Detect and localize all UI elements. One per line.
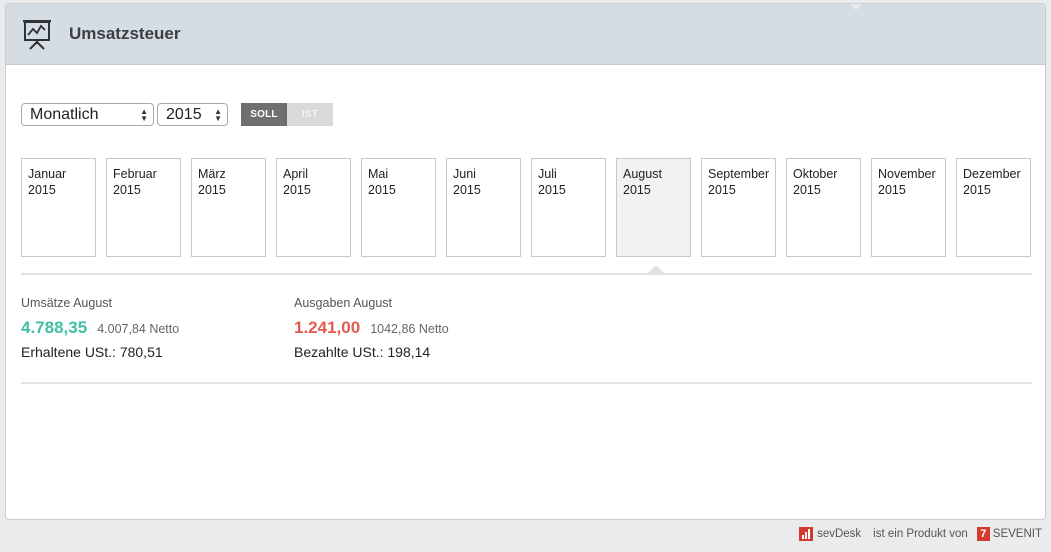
month-year: 2015	[878, 183, 906, 197]
footer-tagline: ist ein Produkt von	[873, 528, 968, 540]
month-year: 2015	[113, 183, 141, 197]
month-name: Dezember	[963, 167, 1021, 181]
divider	[21, 273, 1032, 275]
month-name: November	[878, 167, 936, 181]
select-arrows-icon: ▲ ▼	[140, 106, 148, 123]
panel-header: Umsatzsteuer	[6, 4, 1045, 65]
filter-controls: Monatlich ▲ ▼ 2015 ▲ ▼ SOLL IST	[21, 103, 333, 126]
revenue-label: Umsätze August	[21, 296, 113, 310]
revenue-amount: 4.788,35	[21, 318, 88, 337]
month-year: 2015	[793, 183, 821, 197]
paid-vat: Bezahlte USt.: 198,14	[294, 344, 431, 360]
month-year: 2015	[283, 183, 311, 197]
select-arrows-icon: ▲ ▼	[214, 106, 222, 123]
received-vat: Erhaltene USt.: 780,51	[21, 344, 163, 360]
month-selector: Januar 2015 Februar 2015 März 2015 April…	[21, 158, 1032, 258]
month-card-november[interactable]: November 2015	[871, 158, 946, 257]
month-year: 2015	[28, 183, 56, 197]
expenses-amount: 1.241,00	[294, 318, 361, 337]
month-card-oktober[interactable]: Oktober 2015	[786, 158, 861, 257]
sevenit-logo-icon: 7	[976, 527, 990, 541]
revenue-netto: 4.007,84 Netto	[97, 322, 180, 336]
month-name: September	[708, 167, 770, 181]
month-card-maerz[interactable]: März 2015	[191, 158, 266, 257]
month-name: Juni	[453, 167, 476, 181]
month-year: 2015	[198, 183, 226, 197]
expenses-label: Ausgaben August	[294, 296, 392, 310]
month-name: Juli	[538, 167, 557, 181]
revenue-summary: Umsätze August 4.788,35 4.007,84 Netto E…	[21, 296, 179, 360]
divider	[21, 382, 1032, 384]
month-year: 2015	[538, 183, 566, 197]
month-name: Februar	[113, 167, 157, 181]
month-name: März	[198, 167, 226, 181]
month-name: Mai	[368, 167, 389, 181]
month-card-februar[interactable]: Februar 2015	[106, 158, 181, 257]
panel-title: Umsatzsteuer	[69, 24, 181, 43]
month-card-april[interactable]: April 2015	[276, 158, 351, 257]
month-name: Januar	[28, 167, 67, 181]
month-year: 2015	[963, 183, 991, 197]
month-card-dezember[interactable]: Dezember 2015	[956, 158, 1031, 257]
month-card-august[interactable]: August 2015	[616, 158, 691, 257]
soll-toggle-button[interactable]: SOLL	[241, 103, 287, 126]
sevenit-name: SEVENIT	[992, 528, 1042, 540]
month-card-september[interactable]: September 2015	[701, 158, 776, 257]
year-select[interactable]: 2015 ▲ ▼	[157, 103, 228, 126]
presentation-chart-icon	[21, 17, 53, 51]
footer: sevDesk ist ein Produkt von 7 SEVENIT	[799, 527, 1042, 541]
expenses-netto: 1042,86 Netto	[370, 322, 449, 336]
month-year: 2015	[708, 183, 736, 197]
period-select[interactable]: Monatlich ▲ ▼	[21, 103, 154, 126]
expenses-summary: Ausgaben August 1.241,00 1042,86 Netto B…	[294, 296, 449, 360]
month-card-mai[interactable]: Mai 2015	[361, 158, 436, 257]
sevdesk-logo-icon	[799, 527, 814, 541]
month-year: 2015	[453, 183, 481, 197]
month-name: August	[623, 167, 662, 181]
period-select-value: Monatlich	[30, 105, 99, 123]
sevenit-brand[interactable]: 7 SEVENIT	[976, 527, 1042, 541]
month-card-januar[interactable]: Januar 2015	[21, 158, 96, 257]
sevdesk-name: sevDesk	[817, 528, 862, 540]
month-year: 2015	[623, 183, 651, 197]
month-name: Oktober	[793, 167, 838, 181]
panel-notch	[849, 4, 863, 10]
selected-month-pointer-icon	[648, 265, 664, 273]
month-year: 2015	[368, 183, 396, 197]
month-name: April	[283, 167, 309, 181]
vat-panel: Umsatzsteuer Monatlich ▲ ▼ 2015 ▲ ▼ SOLL I…	[5, 3, 1046, 520]
year-select-value: 2015	[166, 105, 202, 123]
sevdesk-brand[interactable]: sevDesk	[799, 527, 861, 541]
ist-toggle-button[interactable]: IST	[287, 103, 333, 126]
month-card-juni[interactable]: Juni 2015	[446, 158, 521, 257]
month-card-juli[interactable]: Juli 2015	[531, 158, 606, 257]
soll-ist-toggle: SOLL IST	[241, 103, 333, 126]
